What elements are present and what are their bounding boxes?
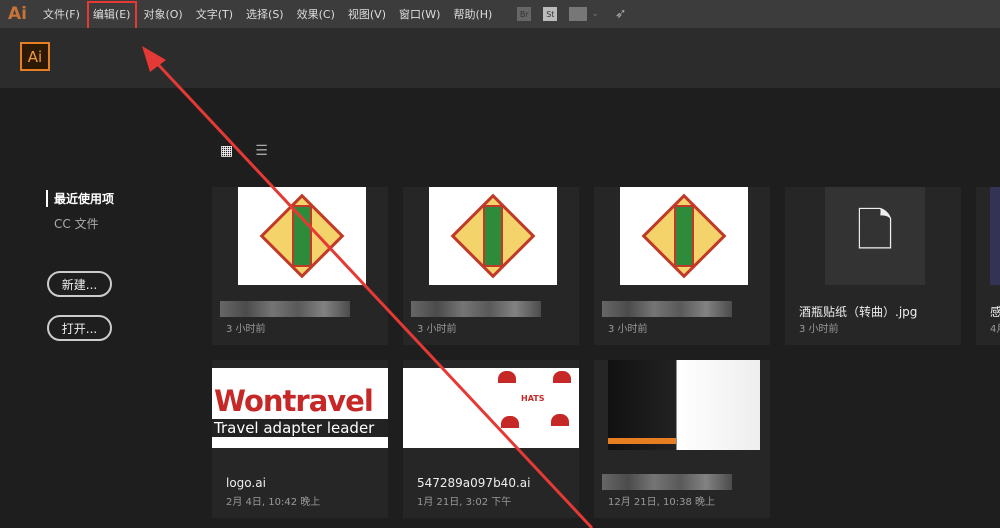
annotation-arrow bbox=[142, 46, 594, 528]
